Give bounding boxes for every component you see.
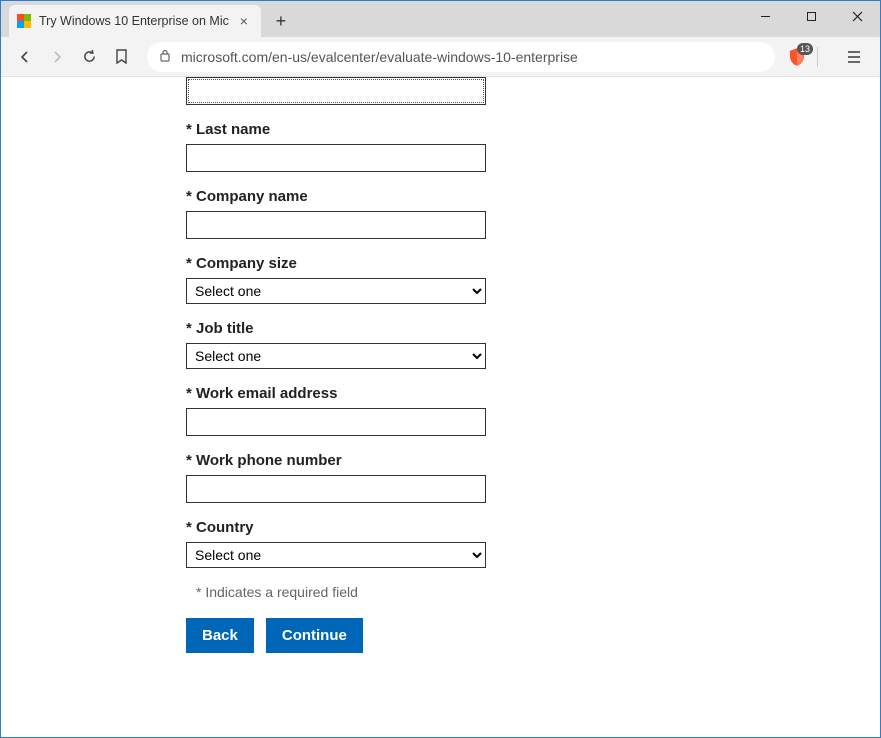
back-button-form[interactable]: Back bbox=[186, 618, 254, 653]
url-text: microsoft.com/en-us/evalcenter/evaluate-… bbox=[181, 49, 578, 65]
close-window-button[interactable] bbox=[834, 1, 880, 31]
microsoft-favicon bbox=[17, 14, 31, 28]
country-label: * Country bbox=[186, 519, 753, 536]
bookmark-button[interactable] bbox=[107, 43, 135, 71]
shield-badge: 13 bbox=[797, 43, 813, 55]
first-name-input[interactable] bbox=[186, 77, 486, 105]
close-tab-icon[interactable]: × bbox=[237, 14, 251, 28]
last-name-label: * Last name bbox=[186, 121, 753, 138]
email-input[interactable] bbox=[186, 408, 486, 436]
required-note: * Indicates a required field bbox=[196, 584, 753, 600]
company-size-label: * Company size bbox=[186, 255, 753, 272]
back-button[interactable] bbox=[11, 43, 39, 71]
reload-button[interactable] bbox=[75, 43, 103, 71]
url-bar[interactable]: microsoft.com/en-us/evalcenter/evaluate-… bbox=[147, 42, 775, 72]
window-controls bbox=[742, 1, 880, 31]
last-name-input[interactable] bbox=[186, 144, 486, 172]
job-title-label: * Job title bbox=[186, 320, 753, 337]
email-label: * Work email address bbox=[186, 385, 753, 402]
tab-title: Try Windows 10 Enterprise on Mic bbox=[39, 14, 229, 28]
continue-button[interactable]: Continue bbox=[266, 618, 363, 653]
browser-toolbar: microsoft.com/en-us/evalcenter/evaluate-… bbox=[1, 37, 880, 77]
company-name-label: * Company name bbox=[186, 188, 753, 205]
browser-titlebar: Try Windows 10 Enterprise on Mic × + bbox=[1, 1, 880, 37]
new-tab-button[interactable]: + bbox=[267, 7, 295, 35]
company-size-select[interactable]: Select one bbox=[186, 278, 486, 304]
country-select[interactable]: Select one bbox=[186, 542, 486, 568]
lock-icon bbox=[159, 49, 171, 65]
phone-input[interactable] bbox=[186, 475, 486, 503]
shield-icon[interactable]: 13 bbox=[787, 47, 807, 67]
company-name-input[interactable] bbox=[186, 211, 486, 239]
job-title-select[interactable]: Select one bbox=[186, 343, 486, 369]
page-viewport[interactable]: Start your evaluation Please complete th… bbox=[1, 77, 880, 737]
browser-tab[interactable]: Try Windows 10 Enterprise on Mic × bbox=[9, 5, 261, 37]
phone-label: * Work phone number bbox=[186, 452, 753, 469]
maximize-button[interactable] bbox=[788, 1, 834, 31]
menu-button[interactable] bbox=[838, 42, 870, 72]
evaluation-form: Please complete the form to continue: * … bbox=[128, 77, 753, 653]
toolbar-divider bbox=[817, 47, 818, 67]
minimize-button[interactable] bbox=[742, 1, 788, 31]
forward-button[interactable] bbox=[43, 43, 71, 71]
